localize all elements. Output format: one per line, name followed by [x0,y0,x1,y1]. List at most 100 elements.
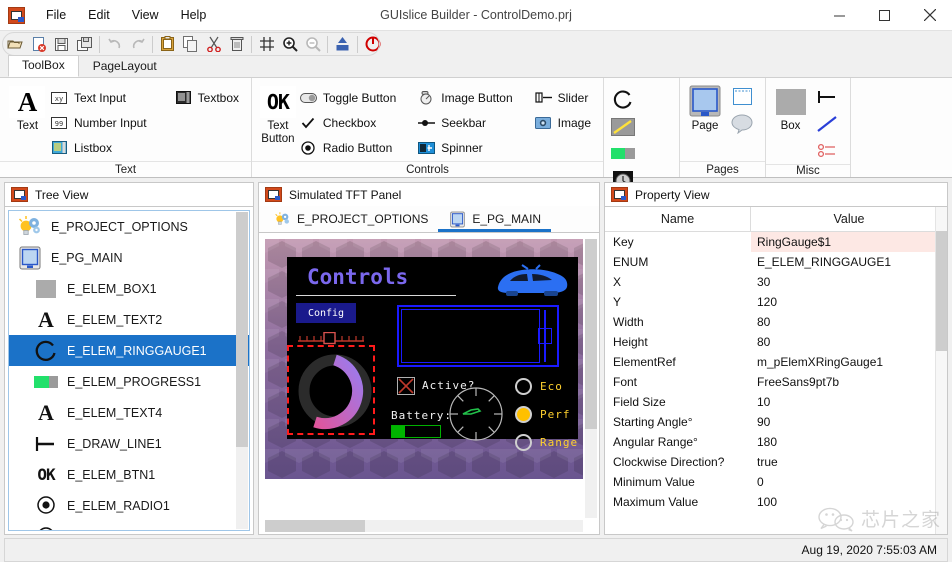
property-value[interactable]: 30 [751,275,947,289]
listbox-misc-icon[interactable] [810,137,844,164]
tree-node-pg-main[interactable]: E_PG_MAIN [9,242,249,273]
tree-node-box1[interactable]: E_ELEM_BOX1 [9,273,249,304]
save-icon[interactable] [50,33,73,55]
menu-item-file[interactable]: File [35,0,77,30]
radial-gauge-widget[interactable] [447,385,505,443]
undo-icon[interactable] [103,33,126,55]
property-vertical-scrollbar[interactable] [935,207,947,534]
property-row-min-value[interactable]: Minimum Value 0 [605,472,947,492]
property-value[interactable]: 120 [751,295,947,309]
radio-eco[interactable]: Eco [515,375,578,397]
zoom-out-icon[interactable] [301,33,324,55]
maximize-icon[interactable] [862,0,907,30]
paste-icon[interactable] [156,33,179,55]
property-row-height[interactable]: Height 80 [605,332,947,352]
tft-tab-project-options[interactable]: E_PROJECT_OPTIONS [263,206,438,232]
tool-text-input[interactable]: xy Text Input [49,85,153,110]
ring-gauge-icon[interactable] [606,86,640,113]
tool-toggle-button[interactable]: Toggle Button [298,85,402,110]
draw-line-icon[interactable] [810,83,844,110]
tool-image[interactable]: Image [533,110,597,135]
property-row-key[interactable]: Key RingGauge$1 [605,232,947,252]
tool-number-input[interactable]: 99 Number Input [49,110,153,135]
tree-node-ringgauge1[interactable]: E_ELEM_RINGGAUGE1 [9,335,249,366]
tool-seekbar[interactable]: Seekbar [416,110,518,135]
tool-radio-button[interactable]: Radio Button [298,135,402,160]
text-button-big-controls[interactable]: OK Text Button [258,83,298,146]
active-checkbox[interactable] [397,377,415,395]
base-page-icon[interactable] [725,83,759,110]
open-icon[interactable] [4,33,27,55]
tree-list[interactable]: E_PROJECT_OPTIONS E_PG_MAIN E_ELEM_BOX1 [8,210,250,531]
property-row-enum[interactable]: ENUM E_ELEM_RINGGAUGE1 [605,252,947,272]
tab-pagelayout[interactable]: PageLayout [79,56,171,77]
property-row-font[interactable]: Font FreeSans9pt7b [605,372,947,392]
tft-hscroll-thumb[interactable] [265,520,365,532]
property-row-y[interactable]: Y 120 [605,292,947,312]
tft-canvas-area[interactable]: Controls [258,232,600,535]
tree-vertical-scrollbar[interactable] [236,212,248,529]
copy-icon[interactable] [179,33,202,55]
minimize-icon[interactable] [817,0,862,30]
property-value[interactable]: 80 [751,315,947,329]
property-value[interactable]: RingGauge$1 [751,232,947,252]
delete-icon[interactable] [225,33,248,55]
tree-node-radio2[interactable]: E_ELEM_RADIO2 [9,521,249,531]
export-icon[interactable] [331,33,354,55]
property-value[interactable]: 10 [751,395,947,409]
tool-slider[interactable]: Slider [533,85,597,110]
new-page-icon[interactable] [27,33,50,55]
tree-node-text2[interactable]: A E_ELEM_TEXT2 [9,304,249,335]
property-row-angular-range[interactable]: Angular Range° 180 [605,432,947,452]
tool-listbox[interactable]: Listbox [49,135,153,160]
property-value[interactable]: 80 [751,335,947,349]
tree-node-line1[interactable]: E_DRAW_LINE1 [9,428,249,459]
property-value[interactable]: true [751,455,947,469]
popup-page-icon[interactable] [725,110,759,137]
property-row-field-size[interactable]: Field Size 10 [605,392,947,412]
property-value[interactable]: 100 [751,495,947,509]
menu-item-help[interactable]: Help [170,0,218,30]
property-row-elementref[interactable]: ElementRef m_pElemXRingGauge1 [605,352,947,372]
radio-perf[interactable]: Perf [515,403,578,425]
property-value[interactable]: 180 [751,435,947,449]
property-row-starting-angle[interactable]: Starting Angle° 90 [605,412,947,432]
property-row-width[interactable]: Width 80 [605,312,947,332]
tool-spinner[interactable]: Spinner [416,135,518,160]
tft-vscroll-thumb[interactable] [585,239,597,429]
tool-checkbox[interactable]: Checkbox [298,110,402,135]
box-big-button[interactable]: Box [771,83,810,133]
property-value[interactable]: E_ELEM_RINGGAUGE1 [751,255,947,269]
property-value[interactable]: FreeSans9pt7b [751,375,947,389]
tree-node-radio1[interactable]: E_ELEM_RADIO1 [9,490,249,521]
tree-node-progress1[interactable]: E_ELEM_PROGRESS1 [9,366,249,397]
tft-canvas[interactable]: Controls [265,239,583,479]
selection-outline[interactable] [287,345,375,435]
property-value[interactable]: 90 [751,415,947,429]
progress-bar-icon[interactable] [606,140,640,167]
tool-image-button[interactable]: Image Button [416,85,518,110]
cut-icon[interactable] [202,33,225,55]
grid-icon[interactable] [255,33,278,55]
property-table[interactable]: Name Value Key RingGauge$1 ENUM E_ELEM_R… [604,206,948,535]
tab-toolbox[interactable]: ToolBox [8,55,79,77]
page-big-button[interactable]: Page [685,83,725,133]
tree-scroll-thumb[interactable] [236,212,248,447]
config-button[interactable]: Config [296,303,356,323]
exit-icon[interactable] [361,33,384,55]
property-row-x[interactable]: X 30 [605,272,947,292]
property-value[interactable]: m_pElemXRingGauge1 [751,355,947,369]
ramp-gauge-icon[interactable] [606,113,640,140]
tree-node-project-options[interactable]: E_PROJECT_OPTIONS [9,211,249,242]
redo-icon[interactable] [126,33,149,55]
zoom-in-icon[interactable] [278,33,301,55]
close-icon[interactable] [907,0,952,30]
tree-node-btn1[interactable]: OK E_ELEM_BTN1 [9,459,249,490]
property-value[interactable]: 0 [751,475,947,489]
text-button-big[interactable]: A Text [6,83,49,133]
tft-vertical-scrollbar[interactable] [585,239,597,518]
tft-tab-pg-main[interactable]: E_PG_MAIN [438,206,551,232]
menu-item-view[interactable]: View [121,0,170,30]
seekbar-knob[interactable] [538,328,552,344]
tool-textbox[interactable]: Textbox [173,85,245,110]
